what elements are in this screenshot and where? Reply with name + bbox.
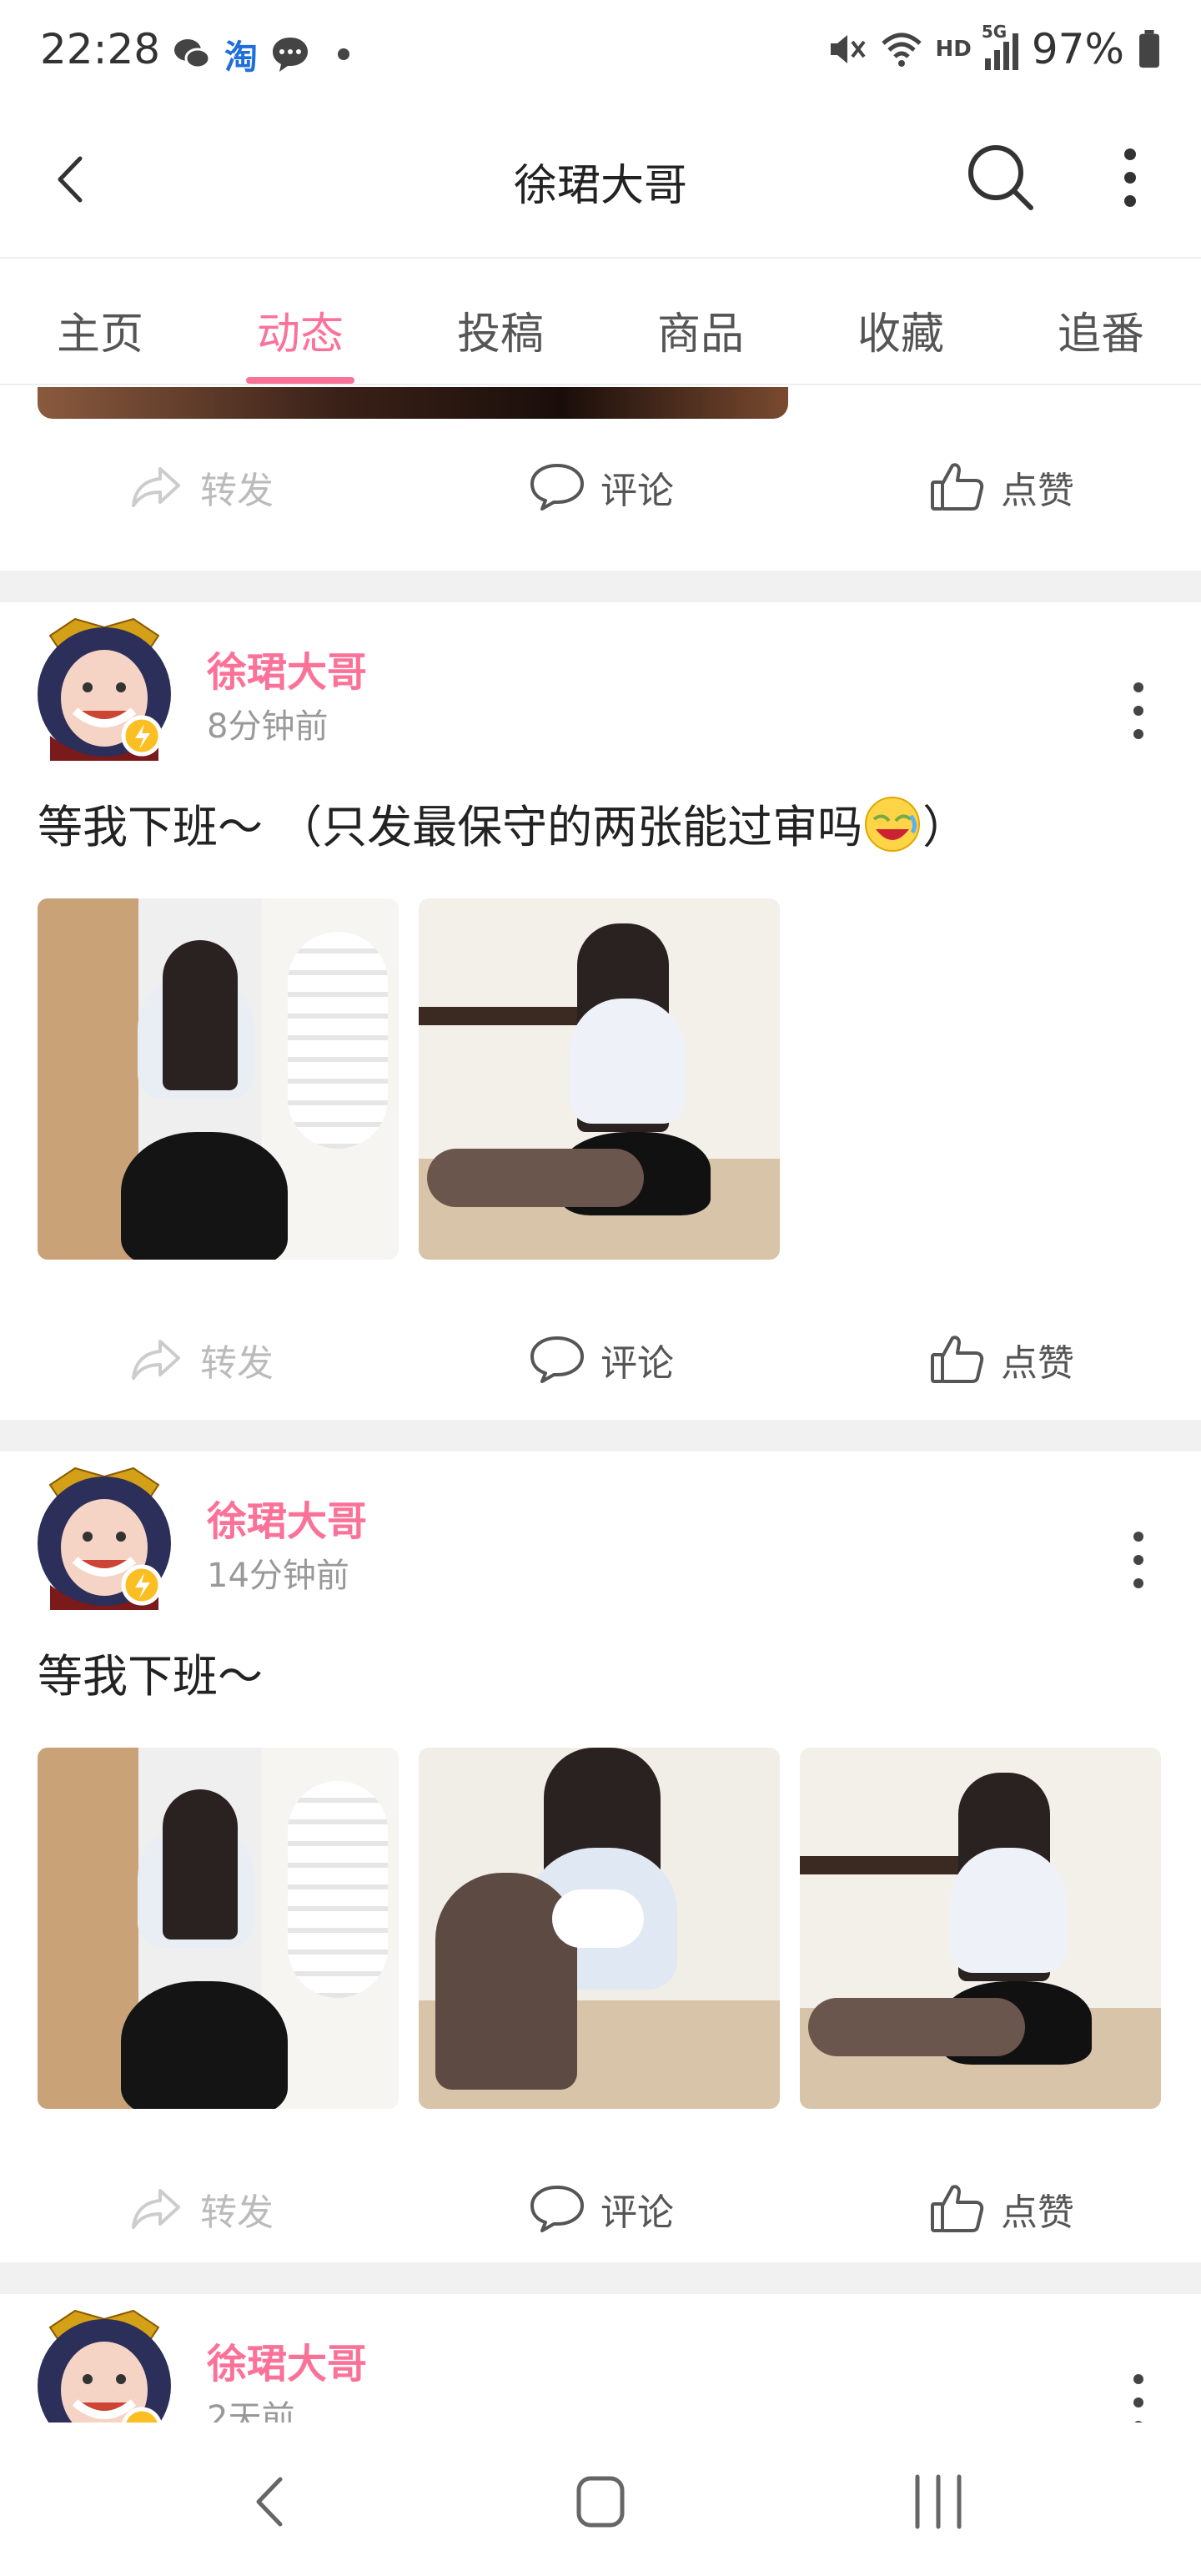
- comment-label: 评论: [600, 470, 674, 512]
- share-icon: [132, 467, 180, 507]
- post-text-body: 等我下班～ （只发最保守的两张能过审吗: [38, 801, 863, 853]
- post-actions: 转发 评论 点赞: [0, 2159, 1201, 2259]
- post-image[interactable]: [419, 1748, 780, 2109]
- post-text-end: ）: [922, 801, 968, 853]
- dot-icon: [338, 48, 349, 60]
- avatar[interactable]: [25, 2302, 183, 2423]
- post-image[interactable]: [800, 1748, 1161, 2109]
- share-icon: [132, 1340, 180, 1380]
- post-divider: [0, 571, 1201, 602]
- 5g-label: 5G: [981, 22, 1008, 42]
- system-nav-bar: [0, 2423, 1201, 2576]
- tab-home[interactable]: 主页: [0, 260, 200, 384]
- comment-button[interactable]: 评论: [400, 1310, 801, 1410]
- signal-icon: 5G: [982, 22, 1018, 70]
- more-vertical-icon[interactable]: [1122, 669, 1155, 752]
- profile-tabs: 主页 动态 投稿 商品 收藏 追番: [0, 260, 1201, 385]
- comment-button[interactable]: 评论: [400, 437, 801, 537]
- repost-button[interactable]: 转发: [0, 2159, 400, 2259]
- comment-button[interactable]: 评论: [400, 2159, 801, 2259]
- post-actions: 转发 评论 点赞: [0, 437, 1201, 537]
- like-label: 点赞: [1001, 2191, 1074, 2234]
- search-icon[interactable]: [959, 136, 1043, 219]
- post-text: 等我下班～ （只发最保守的两张能过审吗 ）: [38, 790, 967, 856]
- tab-favorites[interactable]: 收藏: [801, 260, 1001, 384]
- wechat-icon: [174, 39, 211, 69]
- status-bar: 22:28 淘 HD 5G 97%: [0, 0, 1201, 104]
- nav-home-icon[interactable]: [555, 2464, 646, 2539]
- author-name[interactable]: 徐珺大哥: [207, 639, 367, 697]
- hd-label: HD: [935, 37, 972, 62]
- repost-button[interactable]: 转发: [0, 437, 400, 537]
- more-vertical-icon[interactable]: [1122, 1518, 1155, 1602]
- mute-icon: [830, 35, 866, 63]
- image-grid: [38, 898, 780, 1260]
- tab-products[interactable]: 商品: [600, 260, 801, 384]
- notification-icons: 淘: [171, 30, 364, 78]
- post-time: 14分钟前: [207, 1557, 349, 1595]
- post-divider: [0, 1420, 1201, 1452]
- avatar[interactable]: [25, 1460, 183, 1618]
- post-time: 2天前: [207, 2399, 295, 2423]
- post-image[interactable]: [38, 1748, 399, 2109]
- post-image[interactable]: [38, 898, 399, 1260]
- battery-icon: [1139, 30, 1159, 68]
- more-vertical-icon[interactable]: [1122, 2361, 1155, 2423]
- battery-percent: 97%: [1031, 25, 1124, 73]
- taobao-icon: 淘: [224, 38, 258, 77]
- tab-dynamics[interactable]: 动态: [200, 260, 400, 384]
- comment-label: 评论: [600, 2191, 674, 2234]
- post-divider: [0, 2262, 1201, 2294]
- comment-icon: [530, 2186, 584, 2232]
- tab-submissions[interactable]: 投稿: [400, 260, 600, 384]
- previous-post-image[interactable]: [38, 387, 788, 419]
- post-actions: 转发 评论 点赞: [0, 1310, 1201, 1410]
- nav-back-icon[interactable]: [225, 2464, 317, 2539]
- repost-label: 转发: [200, 470, 274, 512]
- repost-label: 转发: [200, 1342, 274, 1385]
- image-grid: [38, 1748, 1161, 2109]
- message-icon: [273, 38, 308, 72]
- like-label: 点赞: [1001, 470, 1074, 512]
- app-bar: 徐珺大哥: [0, 104, 1201, 259]
- post-item: 徐珺大哥 2天前: [0, 2294, 1201, 2423]
- author-name[interactable]: 徐珺大哥: [207, 2331, 367, 2389]
- thumbs-up-icon: [931, 463, 984, 511]
- like-button[interactable]: 点赞: [801, 1310, 1201, 1410]
- post-item: 徐珺大哥 8分钟前 等我下班～ （只发最保守的两张能过审吗 ） 转发 评论 点赞: [0, 602, 1201, 1385]
- comment-icon: [530, 1336, 584, 1383]
- avatar[interactable]: [25, 611, 183, 769]
- share-icon: [132, 2189, 180, 2229]
- feed: 转发 评论 点赞 徐珺大哥 8分钟前 等我下班～ （只发最保守的两张能过审吗 ）: [0, 387, 1201, 2423]
- like-label: 点赞: [1001, 1342, 1074, 1385]
- system-icons: HD 5G 97%: [826, 22, 1161, 73]
- post-text: 等我下班～: [38, 1650, 263, 1703]
- author-name[interactable]: 徐珺大哥: [207, 1488, 367, 1547]
- nav-recents-icon[interactable]: [892, 2464, 984, 2539]
- repost-button[interactable]: 转发: [0, 1310, 400, 1410]
- comment-label: 评论: [600, 1342, 674, 1385]
- post-item: 徐珺大哥 14分钟前 等我下班～ 转发 评论 点赞: [0, 1452, 1201, 2234]
- repost-label: 转发: [200, 2191, 274, 2234]
- more-vertical-icon[interactable]: [1101, 136, 1159, 219]
- like-button[interactable]: 点赞: [801, 2159, 1201, 2259]
- post-time: 8分钟前: [207, 707, 329, 746]
- post-image[interactable]: [419, 898, 780, 1260]
- comment-icon: [530, 464, 584, 511]
- tab-bangumi[interactable]: 追番: [1001, 260, 1201, 384]
- like-button[interactable]: 点赞: [801, 437, 1201, 537]
- status-time: 22:28: [40, 25, 161, 73]
- laughing-emoji-icon: [865, 797, 921, 852]
- wifi-icon: [881, 33, 922, 67]
- thumbs-up-icon: [931, 1336, 984, 1383]
- thumbs-up-icon: [931, 2185, 984, 2232]
